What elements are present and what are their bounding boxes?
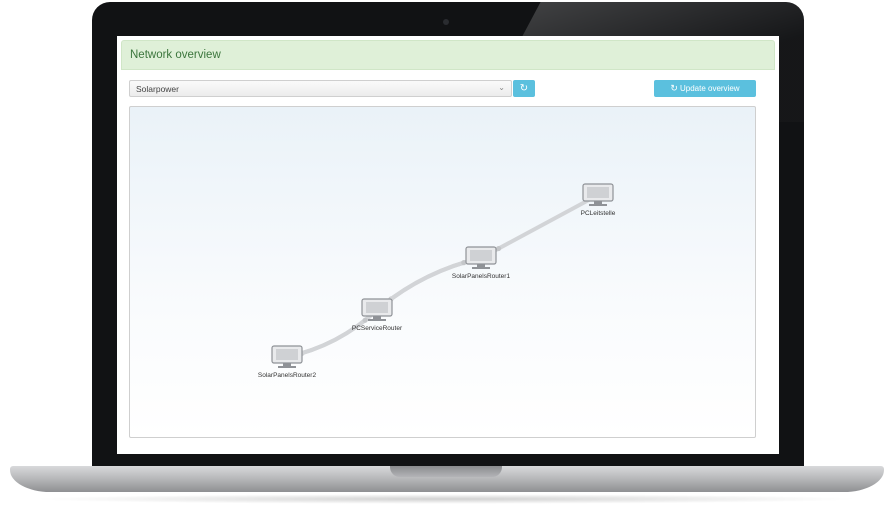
network-graph-canvas: PCLeitstelle SolarPanelsRouter1 PCServiceR… (258, 183, 616, 379)
computer-icon (465, 246, 497, 269)
computer-icon (271, 345, 303, 368)
node-label: PCLeitstelle (581, 210, 616, 217)
network-node[interactable]: PCServiceRouter (352, 298, 403, 332)
laptop-shadow (30, 494, 862, 504)
update-overview-button[interactable]: ↻ Update overview (654, 80, 756, 97)
refresh-icon: ↻ (670, 83, 678, 93)
edge-arrow-marker (362, 317, 368, 323)
network-select[interactable]: Solarpower ⌄ (129, 80, 512, 97)
panel-header: Network overview (121, 40, 775, 70)
refresh-icon: ↻ (519, 83, 529, 94)
network-graph[interactable]: PCLeitstelle SolarPanelsRouter1 PCServiceR… (129, 106, 756, 438)
network-select-value: Solarpower (136, 84, 179, 94)
node-label: PCServiceRouter (352, 325, 403, 332)
node-label: SolarPanelsRouter1 (452, 273, 511, 280)
node-label: SolarPanelsRouter2 (258, 372, 317, 379)
page-title: Network overview (130, 49, 221, 61)
edge-arrow-marker (495, 245, 502, 252)
screen: Network overview Solarpower ⌄ ↻ ↻ Update … (117, 36, 779, 454)
refresh-button[interactable]: ↻ (513, 80, 535, 97)
update-overview-label: Update overview (679, 84, 740, 93)
laptop-notch (390, 466, 502, 477)
network-node[interactable]: PCLeitstelle (581, 183, 616, 217)
laptop-bezel: Network overview Solarpower ⌄ ↻ ↻ Update … (92, 2, 804, 472)
chevron-down-icon: ⌄ (498, 83, 505, 92)
camera-icon (443, 19, 449, 25)
